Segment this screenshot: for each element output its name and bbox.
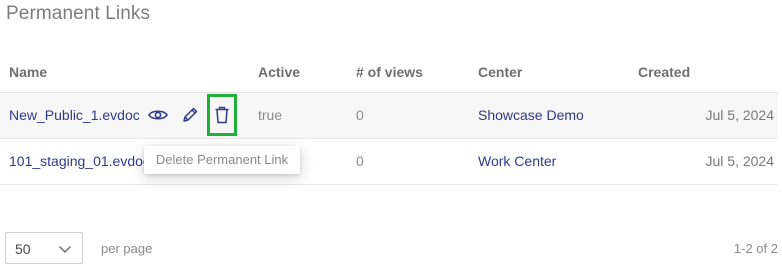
center-link[interactable]: Work Center: [478, 153, 556, 169]
link-name[interactable]: New_Public_1.evdoc: [9, 107, 140, 123]
table-row[interactable]: New_Public_1.evdoc true 0 Showcase Demo …: [0, 93, 778, 139]
column-header-name[interactable]: Name: [9, 64, 47, 80]
delete-button[interactable]: [207, 94, 237, 136]
page-title: Permanent Links: [6, 3, 151, 24]
view-button[interactable]: [147, 104, 169, 126]
column-header-center[interactable]: Center: [478, 64, 522, 80]
views-value: 0: [356, 153, 364, 169]
link-name[interactable]: 101_staging_01.evdoc: [9, 153, 150, 169]
table-header: Name Active # of views Center Created: [0, 52, 778, 93]
table-row[interactable]: 101_staging_01.evdoc true 0 Work Center …: [0, 139, 778, 185]
page-size-select[interactable]: 50: [5, 232, 83, 264]
column-header-created[interactable]: Created: [638, 64, 690, 80]
edit-button[interactable]: [179, 104, 201, 126]
column-header-active[interactable]: Active: [258, 64, 300, 80]
pencil-icon: [183, 107, 198, 122]
pagination-range: 1-2 of 2: [733, 241, 778, 256]
created-date: Jul 5, 2024: [705, 107, 775, 123]
permanent-links-table: Name Active # of views Center Created Ne…: [0, 52, 778, 185]
views-value: 0: [356, 107, 364, 123]
page-size-value: 50: [15, 241, 31, 257]
pagination-bar: 50 per page 1-2 of 2: [0, 232, 782, 266]
trash-icon: [215, 106, 229, 124]
per-page-label: per page: [101, 241, 153, 256]
center-link[interactable]: Showcase Demo: [478, 107, 584, 123]
chevron-down-icon: [59, 246, 71, 253]
active-value: true: [258, 107, 283, 123]
eye-icon: [148, 110, 168, 120]
created-date: Jul 5, 2024: [705, 153, 775, 169]
column-header-views[interactable]: # of views: [356, 64, 423, 80]
delete-tooltip: Delete Permanent Link: [144, 146, 300, 174]
permanent-links-panel: Permanent Links Name Active # of views C…: [0, 0, 782, 273]
